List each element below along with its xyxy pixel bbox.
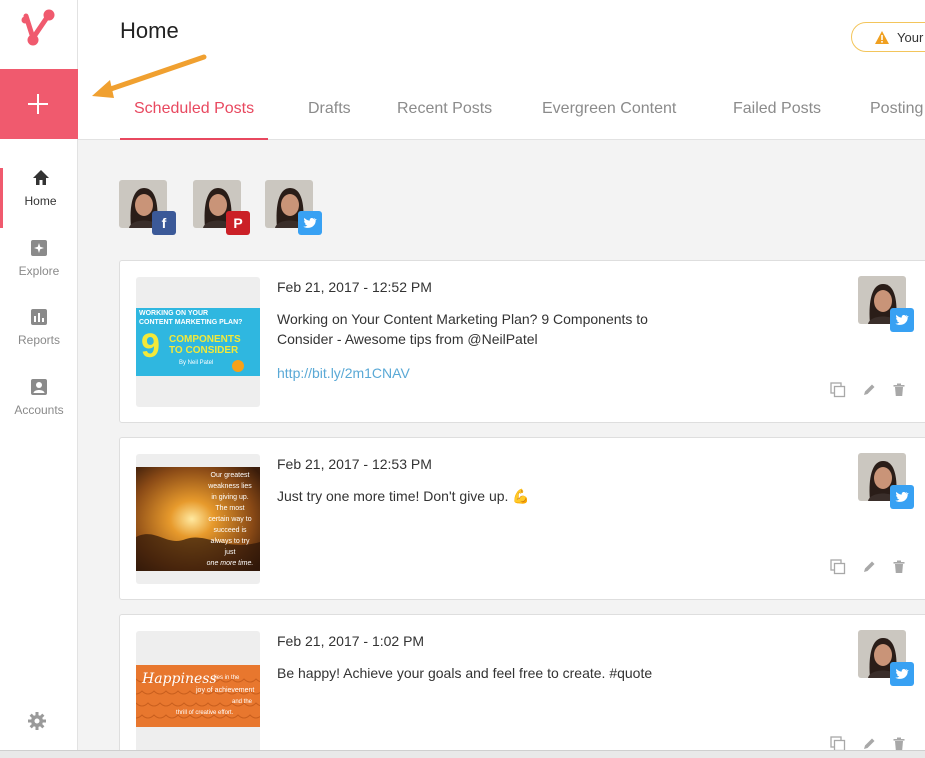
profile-pinterest[interactable]: P [193, 180, 251, 236]
sidebar-item-explore[interactable]: Explore [0, 238, 78, 298]
home-icon [32, 170, 49, 185]
tab-recent-posts[interactable]: Recent Posts [383, 78, 506, 140]
post-text: Working on Your Content Marketing Plan? … [277, 311, 648, 347]
gear-icon[interactable] [27, 711, 47, 731]
accounts-icon [31, 379, 47, 395]
new-post-button[interactable] [0, 69, 78, 139]
warning-notice[interactable]: Your [851, 22, 925, 52]
duplicate-icon[interactable] [830, 559, 846, 575]
profile-twitter[interactable] [265, 180, 323, 236]
tab-drafts[interactable]: Drafts [294, 78, 365, 140]
post-profile[interactable] [858, 276, 918, 334]
post-actions [830, 559, 920, 575]
post-card[interactable]: Happiness lies in the joy of achievement… [119, 614, 925, 758]
twitter-icon [890, 662, 914, 686]
page-title: Home [120, 18, 179, 43]
sidebar-item-label: Home [24, 194, 57, 208]
sidebar-item-home[interactable]: Home [0, 168, 78, 228]
tab-evergreen-content[interactable]: Evergreen Content [528, 78, 690, 140]
post-date: Feb 21, 2017 - 12:53 PM [277, 456, 432, 472]
post-card[interactable]: Our greatest weakness lies in giving up.… [119, 437, 925, 600]
sidebar-item-accounts[interactable]: Accounts [0, 377, 78, 437]
post-profile[interactable] [858, 630, 918, 688]
edit-icon[interactable] [861, 382, 877, 398]
window-bottom-edge [0, 750, 925, 758]
post-text: Just try one more time! Don't give up. 💪 [277, 488, 530, 504]
warning-text: Your [897, 30, 924, 45]
twitter-icon [890, 485, 914, 509]
post-actions [830, 382, 920, 398]
post-thumbnail[interactable]: Happiness lies in the joy of achievement… [136, 631, 260, 758]
sidebar-item-label: Reports [17, 333, 61, 347]
duplicate-icon[interactable] [830, 382, 846, 398]
sidebar-item-reports[interactable]: Reports [0, 307, 78, 367]
twitter-icon [298, 211, 322, 235]
post-link[interactable]: http://bit.ly/2m1CNAV [277, 365, 410, 381]
post-card[interactable]: WORKING ON YOUR CONTENT MARKETING PLAN? … [119, 260, 925, 423]
post-profile[interactable] [858, 453, 918, 511]
profile-facebook[interactable]: f [119, 180, 177, 236]
post-thumbnail[interactable]: Our greatest weakness lies in giving up.… [136, 454, 260, 584]
post-date: Feb 21, 2017 - 12:52 PM [277, 279, 432, 295]
delete-icon[interactable] [891, 382, 907, 398]
warning-icon [875, 31, 889, 44]
explore-icon [31, 240, 47, 256]
annotation-arrow [92, 54, 207, 98]
reports-icon [31, 309, 47, 325]
post-thumbnail[interactable]: WORKING ON YOUR CONTENT MARKETING PLAN? … [136, 277, 260, 407]
sidebar-item-label: Explore [18, 264, 60, 278]
app-logo[interactable] [18, 8, 58, 52]
sidebar-item-label: Accounts [14, 403, 64, 417]
delete-icon[interactable] [891, 559, 907, 575]
tab-failed-posts[interactable]: Failed Posts [719, 78, 835, 140]
tab-posting[interactable]: Posting [856, 78, 925, 140]
sidebar: Home Explore Reports Accounts [0, 0, 78, 758]
twitter-icon [890, 308, 914, 332]
pinterest-icon: P [226, 211, 250, 235]
post-text: Be happy! Achieve your goals and feel fr… [277, 665, 653, 681]
edit-icon[interactable] [861, 559, 877, 575]
facebook-icon: f [152, 211, 176, 235]
app-window: Home Explore Reports Accounts Home Your … [0, 0, 925, 758]
post-date: Feb 21, 2017 - 1:02 PM [277, 633, 425, 649]
